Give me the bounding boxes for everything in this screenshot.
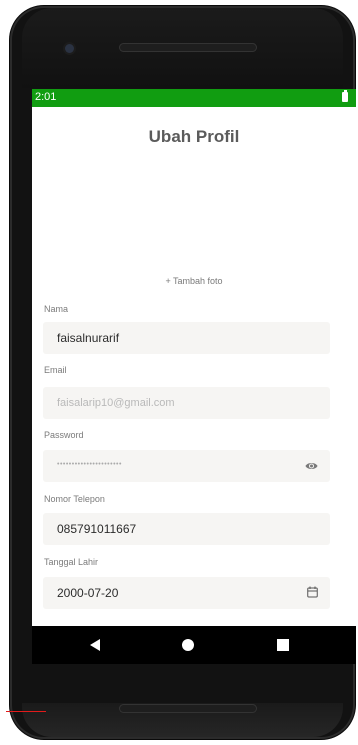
name-value: faisalnurarif	[57, 331, 120, 345]
phone-label: Nomor Telepon	[44, 494, 105, 504]
speaker-grille-top	[119, 43, 257, 52]
status-bar: 2:01	[32, 89, 356, 107]
camera-icon	[65, 44, 74, 53]
eye-icon[interactable]	[305, 461, 318, 471]
birthdate-field[interactable]: 2000-07-20	[43, 577, 330, 609]
battery-icon	[342, 90, 348, 102]
email-label: Email	[44, 365, 67, 375]
password-label: Password	[44, 430, 84, 440]
calendar-icon[interactable]	[307, 586, 318, 598]
app-screen: 2:01 Ubah Profil + Tambah foto Nama fais…	[32, 89, 356, 626]
page-title: Ubah Profil	[148, 127, 240, 146]
password-value: ••••••••••••••••••••••	[57, 461, 122, 468]
phone-value: 085791011667	[57, 522, 137, 536]
android-nav-bar	[32, 626, 356, 664]
speaker-grille-bottom	[119, 704, 257, 713]
name-label: Nama	[44, 304, 69, 314]
recent-apps-icon[interactable]	[277, 639, 289, 651]
name-field[interactable]: faisalnurarif	[43, 322, 330, 354]
birthdate-label: Tanggal Lahir	[44, 557, 99, 567]
decorative-underline	[6, 711, 46, 712]
phone-field[interactable]: 085791011667	[43, 513, 330, 545]
birthdate-value: 2000-07-20	[57, 586, 119, 600]
email-field: faisalarip10@gmail.com	[43, 387, 330, 419]
home-icon[interactable]	[182, 639, 194, 651]
email-value: faisalarip10@gmail.com	[57, 397, 175, 409]
add-photo-link[interactable]: + Tambah foto	[32, 276, 356, 286]
status-time: 2:01	[35, 91, 57, 103]
back-icon[interactable]	[90, 639, 100, 651]
password-field[interactable]: ••••••••••••••••••••••	[43, 450, 330, 482]
